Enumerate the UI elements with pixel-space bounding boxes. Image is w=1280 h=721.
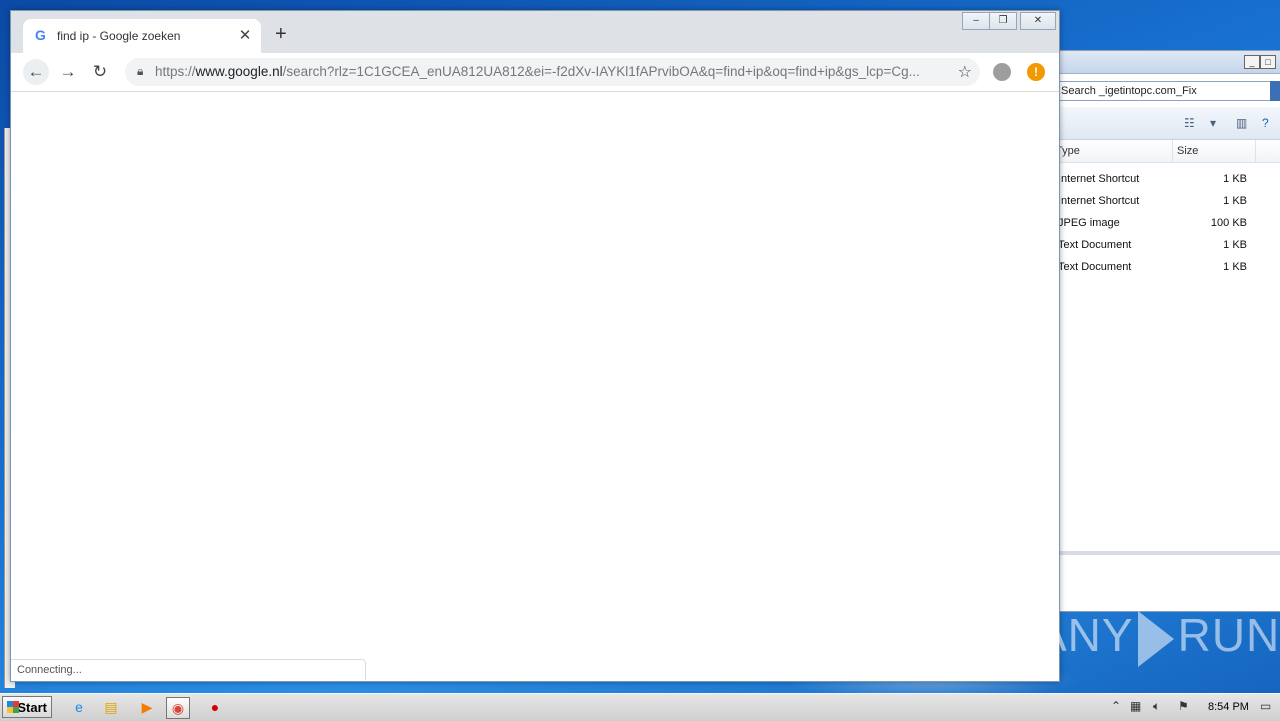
file-type: JPEG image (1058, 217, 1120, 229)
clock[interactable]: 8:54 PM (1208, 701, 1249, 713)
play-logo-icon (1137, 610, 1174, 667)
list-item[interactable]: Text Document 1 KB (1046, 256, 1280, 278)
column-size[interactable]: Size (1177, 140, 1256, 162)
watermark-right: RUN (1177, 609, 1280, 661)
anyrun-watermark: ANY RUN (1036, 608, 1280, 667)
view-options-icon[interactable]: ☷ (1184, 116, 1195, 130)
chevron-up-icon[interactable]: ⌃ (1111, 699, 1121, 713)
plus-icon[interactable]: + (275, 24, 287, 44)
help-icon[interactable]: ? (1262, 116, 1269, 130)
file-type: Text Document (1058, 239, 1132, 251)
file-size: 100 KB (1210, 217, 1247, 229)
forward-icon[interactable]: → (55, 59, 81, 85)
volume-icon[interactable]: 🔈︎ (1153, 699, 1160, 714)
status-bubble: Connecting... (11, 659, 366, 680)
windows-logo-icon (7, 701, 19, 713)
explorer-search-button[interactable] (1270, 81, 1280, 101)
explorer-search-input[interactable]: Search _igetintopc.com_Fix (1058, 81, 1272, 101)
lock-icon[interactable]: 🔒︎ (137, 64, 143, 79)
tab-find-ip[interactable]: G find ip - Google zoeken ✕ (23, 19, 261, 53)
file-type: Internet Shortcut (1058, 195, 1140, 207)
list-item[interactable]: Internet Shortcut 1 KB (1046, 190, 1280, 212)
file-type: Text Document (1058, 261, 1132, 273)
taskbar: Start e ▤ ▶ ◉ ● ⌃ ▦ 🔈︎ ⚑ 8:54 PM ▭ (0, 693, 1280, 721)
file-size: 1 KB (1223, 239, 1247, 251)
list-item[interactable]: Text Document 1 KB (1046, 234, 1280, 256)
explorer-minimize-button[interactable]: _ (1244, 55, 1260, 69)
opera-icon[interactable]: ● (204, 697, 226, 717)
file-explorer-icon[interactable]: ▤ (100, 697, 122, 717)
google-g-icon: G (35, 27, 46, 43)
address-bar[interactable]: 🔒︎ https://www.google.nl/search?rlz=1C1G… (125, 58, 980, 86)
file-size: 1 KB (1223, 261, 1247, 273)
back-icon[interactable]: ← (23, 59, 49, 85)
file-size: 1 KB (1223, 195, 1247, 207)
url-path: /search?rlz=1C1GCEA_enUA812UA812&ei=-f2d… (282, 64, 920, 79)
explorer-window: _ □ Search _igetintopc.com_Fix ☷ ▾ ▥ ? T… (1045, 50, 1280, 612)
reload-icon[interactable]: ↻ (87, 59, 113, 85)
explorer-toolbar: ☷ ▾ ▥ ? (1046, 107, 1280, 140)
list-item[interactable]: JPEG image 100 KB (1046, 212, 1280, 234)
star-icon[interactable]: ☆ (958, 62, 972, 82)
profile-icon[interactable] (993, 63, 1011, 81)
explorer-details-separator (1046, 551, 1280, 555)
page-content (11, 92, 1059, 681)
start-button[interactable]: Start (2, 696, 52, 718)
media-player-icon[interactable]: ▶ (136, 697, 158, 717)
file-size: 1 KB (1223, 173, 1247, 185)
url-scheme: https:// (155, 64, 196, 79)
close-icon[interactable]: ✕ (237, 26, 253, 44)
action-center-flag-icon[interactable]: ⚑ (1178, 699, 1189, 713)
minimize-button[interactable]: – (962, 12, 990, 30)
tab-strip: G find ip - Google zoeken ✕ + – ❐ ✕ (11, 11, 1059, 53)
tab-title: find ip - Google zoeken (57, 29, 181, 43)
chrome-taskbar-icon[interactable]: ◉ (166, 697, 190, 719)
preview-pane-icon[interactable]: ▥ (1236, 116, 1247, 130)
explorer-maximize-button[interactable]: □ (1260, 55, 1276, 69)
chrome-window: G find ip - Google zoeken ✕ + – ❐ ✕ ← → … (10, 10, 1060, 682)
watermark-left: ANY (1036, 609, 1134, 661)
chevron-down-icon[interactable]: ▾ (1210, 116, 1216, 130)
network-icon[interactable]: ▦ (1130, 699, 1141, 713)
file-type: Internet Shortcut (1058, 173, 1140, 185)
url-host: www.google.nl (195, 64, 283, 79)
url-text[interactable]: https://www.google.nl/search?rlz=1C1GCEA… (155, 64, 945, 79)
list-item[interactable]: Internet Shortcut 1 KB (1046, 168, 1280, 190)
restore-button[interactable]: ❐ (989, 12, 1017, 30)
explorer-column-headers: Type Size (1046, 140, 1280, 163)
close-window-button[interactable]: ✕ (1020, 12, 1056, 30)
explorer-titlebar: _ □ (1046, 51, 1280, 74)
show-desktop-icon[interactable]: ▭ (1260, 699, 1271, 713)
explorer-file-list: Internet Shortcut 1 KB Internet Shortcut… (1046, 168, 1280, 278)
column-type[interactable]: Type (1056, 140, 1173, 162)
internet-explorer-icon[interactable]: e (68, 697, 90, 717)
browser-toolbar: ← → ↻ 🔒︎ https://www.google.nl/search?rl… (11, 53, 1059, 92)
start-label: Start (17, 700, 47, 715)
update-alert-icon[interactable]: ! (1027, 63, 1045, 81)
